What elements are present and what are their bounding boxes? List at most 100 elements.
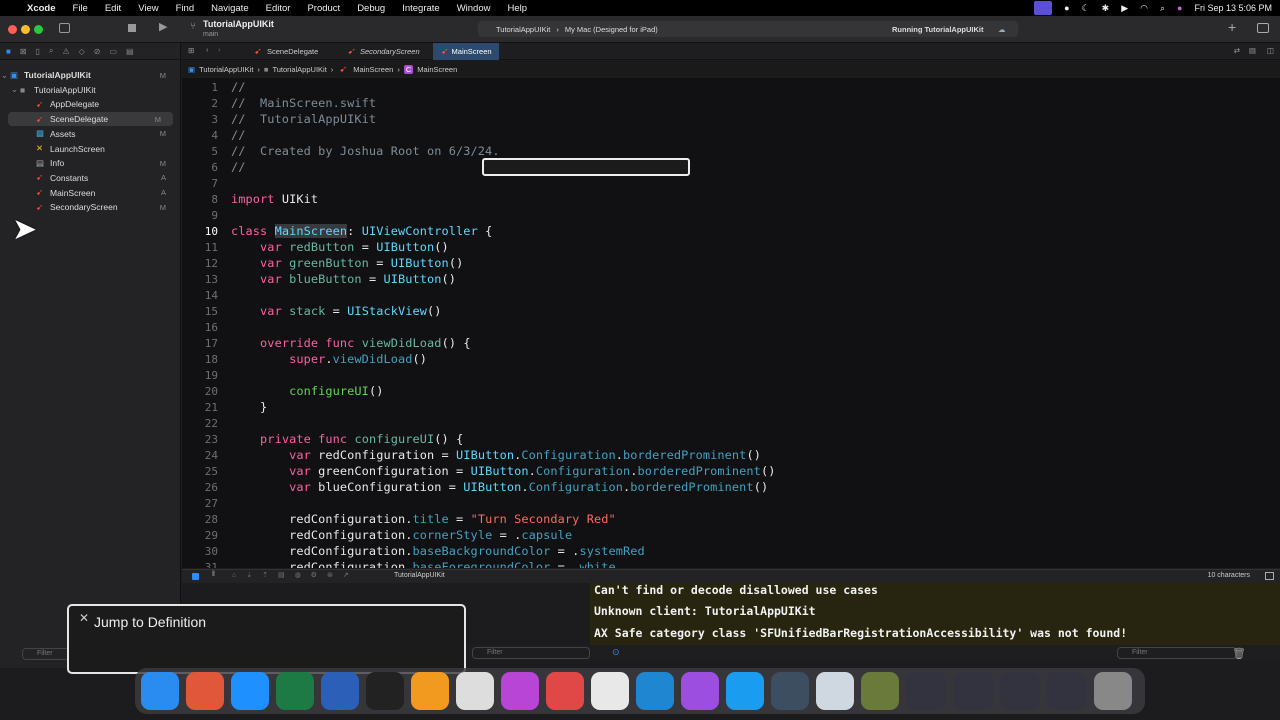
code-line[interactable]: var greenConfiguration = UIButton.Config… bbox=[231, 464, 775, 478]
line-number[interactable]: 26 bbox=[182, 481, 218, 494]
code-line[interactable]: private func configureUI() { bbox=[231, 432, 463, 446]
scheme-selector[interactable]: TutorialAppUIKit bbox=[496, 25, 550, 34]
menu-view[interactable]: View bbox=[138, 3, 158, 14]
line-number[interactable]: 2 bbox=[182, 97, 218, 110]
code-line[interactable]: configureUI() bbox=[231, 384, 383, 398]
line-number[interactable]: 6 bbox=[182, 161, 218, 174]
nav-item-constants[interactable]: ➹ Constants A bbox=[0, 171, 178, 185]
line-number[interactable]: 4 bbox=[182, 129, 218, 142]
menu-file[interactable]: File bbox=[73, 3, 88, 14]
issue-icon[interactable]: ⚠ bbox=[62, 47, 69, 56]
menu-window[interactable]: Window bbox=[457, 3, 491, 14]
nav-item-scenedelegate[interactable]: ➹ SceneDelegate M bbox=[8, 112, 173, 127]
menu-integrate[interactable]: Integrate bbox=[402, 3, 440, 14]
split-editor-icon[interactable]: ◫ bbox=[1267, 46, 1274, 55]
dock-safari-icon[interactable] bbox=[231, 672, 269, 710]
code-line[interactable]: // bbox=[231, 128, 246, 142]
bookmark-icon[interactable]: ▯ bbox=[36, 47, 40, 56]
line-number[interactable]: 11 bbox=[182, 241, 218, 254]
line-number[interactable]: 8 bbox=[182, 193, 218, 206]
dock-terminal-icon[interactable] bbox=[366, 672, 404, 710]
menu-product[interactable]: Product bbox=[307, 3, 340, 14]
test-icon[interactable]: ◇ bbox=[79, 47, 85, 56]
folder-icon[interactable]: ■ bbox=[6, 47, 11, 56]
breadcrumb-project[interactable]: TutorialAppUIKit bbox=[199, 65, 253, 74]
line-number[interactable]: 28 bbox=[182, 513, 218, 526]
code-line[interactable]: super.viewDidLoad() bbox=[231, 352, 427, 366]
code-line[interactable]: override func viewDidLoad() { bbox=[231, 336, 471, 350]
console-scope-icon[interactable]: ⊙ bbox=[612, 647, 620, 658]
code-line[interactable]: // bbox=[231, 80, 246, 94]
line-number[interactable]: 18 bbox=[182, 353, 218, 366]
dock-window-2-icon[interactable] bbox=[953, 672, 993, 710]
line-number[interactable]: 23 bbox=[182, 433, 218, 446]
process-selector[interactable]: TutorialAppUIKit bbox=[394, 572, 445, 579]
code-line[interactable]: // TutorialAppUIKit bbox=[231, 112, 376, 126]
tab-secondaryscreen[interactable]: ➹ SecondaryScreen bbox=[337, 43, 428, 60]
menu-help[interactable]: Help bbox=[507, 3, 527, 14]
disclosure-icon[interactable]: ⌄ bbox=[0, 84, 20, 95]
search-icon[interactable]: ⌕ bbox=[1160, 3, 1165, 14]
dock-podcasts-icon[interactable] bbox=[681, 672, 719, 710]
code-line[interactable]: class MainScreen: UIViewController { bbox=[231, 224, 492, 238]
code-line[interactable]: var blueConfiguration = UIButton.Configu… bbox=[231, 480, 768, 494]
dock-word-icon[interactable] bbox=[321, 672, 359, 710]
code-line[interactable]: redConfiguration.cornerStyle = .capsule bbox=[231, 528, 572, 542]
tab-scenedelegate[interactable]: ➹ SceneDelegate bbox=[244, 43, 326, 60]
forward-button[interactable]: › bbox=[218, 45, 221, 54]
code-line[interactable]: var redConfiguration = UIButton.Configur… bbox=[231, 448, 761, 462]
line-number[interactable]: 10 bbox=[182, 225, 218, 238]
debug-icon[interactable]: ⊘ bbox=[94, 47, 101, 56]
dock-window-4-icon[interactable] bbox=[1047, 672, 1087, 710]
tab-mainscreen[interactable]: ➹ MainScreen bbox=[433, 43, 499, 60]
code-line[interactable]: // Created by Joshua Root on 6/3/24. bbox=[231, 144, 500, 158]
destination-selector[interactable]: My Mac (Designed for iPad) bbox=[565, 25, 658, 34]
dock-trash-icon[interactable] bbox=[1094, 672, 1132, 710]
trash-icon[interactable]: 🗑 bbox=[1232, 647, 1246, 660]
line-number[interactable]: 30 bbox=[182, 545, 218, 558]
dock-chrome-icon[interactable] bbox=[456, 672, 494, 710]
dock-feedback-icon[interactable] bbox=[501, 672, 539, 710]
line-number[interactable]: 14 bbox=[182, 289, 218, 302]
line-number[interactable]: 25 bbox=[182, 465, 218, 478]
back-button[interactable]: ‹ bbox=[206, 45, 209, 54]
line-number[interactable]: 31 bbox=[182, 561, 218, 568]
line-number[interactable]: 15 bbox=[182, 305, 218, 318]
code-line[interactable]: redConfiguration.baseBackgroundColor = .… bbox=[231, 544, 645, 558]
find-icon[interactable]: ⌕ bbox=[49, 46, 53, 56]
report-icon[interactable]: ▤ bbox=[126, 47, 134, 56]
menu-edit[interactable]: Edit bbox=[105, 3, 121, 14]
focus-moon-icon[interactable]: ☾ bbox=[1082, 3, 1090, 14]
clock[interactable]: Fri Sep 13 5:06 PM bbox=[1194, 3, 1272, 13]
bluetooth-icon[interactable]: ✱ bbox=[1102, 3, 1110, 14]
code-line[interactable]: import UIKit bbox=[231, 192, 318, 206]
menu-find[interactable]: Find bbox=[176, 3, 194, 14]
line-number[interactable]: 7 bbox=[182, 177, 218, 190]
line-number[interactable]: 27 bbox=[182, 497, 218, 510]
nav-item-tutorialappuikit-0[interactable]: ⌄ ▣ TutorialAppUIKit M bbox=[0, 68, 178, 82]
code-line[interactable]: var blueButton = UIButton() bbox=[231, 272, 456, 286]
breadcrumb-file[interactable]: MainScreen bbox=[353, 65, 393, 74]
line-number[interactable]: 21 bbox=[182, 401, 218, 414]
close-window-button[interactable] bbox=[8, 25, 17, 34]
pause-button[interactable]: ‖ bbox=[212, 571, 215, 578]
inspector-toggle-icon[interactable] bbox=[1257, 23, 1269, 33]
nav-item-tutorialappuikit-1[interactable]: ⌄ ■ TutorialAppUIKit bbox=[0, 83, 178, 97]
line-number[interactable]: 1 bbox=[182, 81, 218, 94]
line-number[interactable]: 22 bbox=[182, 417, 218, 430]
dock-window-1-icon[interactable] bbox=[906, 672, 946, 710]
menu-debug[interactable]: Debug bbox=[357, 3, 385, 14]
dock-excel-icon[interactable] bbox=[276, 672, 314, 710]
menu-editor[interactable]: Editor bbox=[266, 3, 291, 14]
code-line[interactable]: } bbox=[231, 400, 267, 414]
dock-launchpad-icon[interactable] bbox=[186, 672, 224, 710]
line-number[interactable]: 19 bbox=[182, 369, 218, 382]
code-editor[interactable]: 1 // 2 // MainScreen.swift 3 // TutorialAppUI… bbox=[182, 78, 1280, 568]
dock-xcode-icon[interactable] bbox=[726, 672, 764, 710]
code-line[interactable]: var stack = UIStackView() bbox=[231, 304, 442, 318]
minimize-window-button[interactable] bbox=[21, 25, 30, 34]
breadcrumb-symbol[interactable]: MainScreen bbox=[417, 65, 457, 74]
console-output[interactable]: Can't find or decode disallowed use case… bbox=[590, 583, 1280, 645]
code-line[interactable]: // bbox=[231, 160, 246, 174]
line-number[interactable]: 5 bbox=[182, 145, 218, 158]
